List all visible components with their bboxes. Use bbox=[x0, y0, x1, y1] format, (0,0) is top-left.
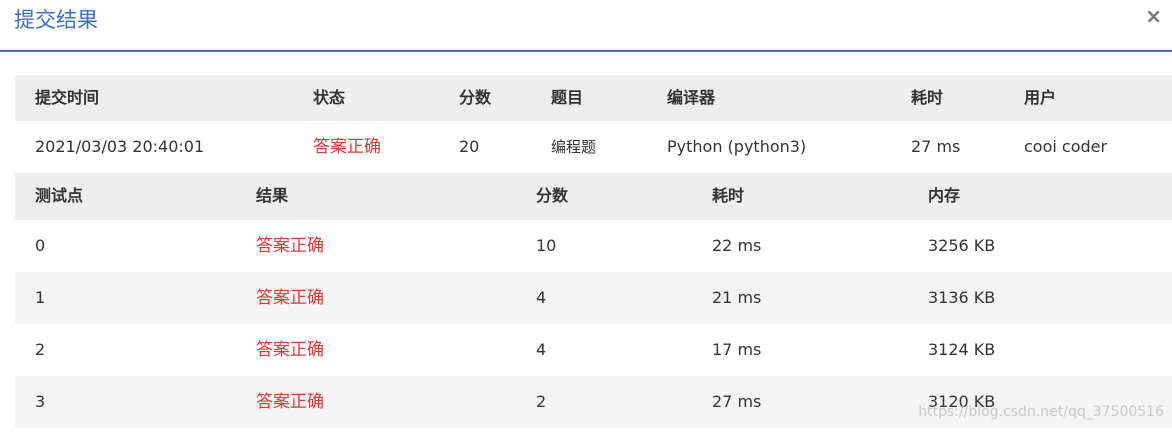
cases-header-row: 测试点 结果 分数 耗时 内存 bbox=[15, 173, 1172, 220]
table-row: 2 答案正确 4 17 ms 3124 KB bbox=[15, 324, 1172, 376]
col-memory: 内存 bbox=[928, 186, 961, 205]
case-result: 答案正确 bbox=[256, 340, 324, 360]
summary-row: 2021/03/03 20:40:01 答案正确 20 编程题 Python (… bbox=[15, 121, 1172, 173]
case-memory: 3256 KB bbox=[928, 236, 996, 255]
case-result: 答案正确 bbox=[256, 236, 324, 256]
col-problem: 题目 bbox=[551, 88, 584, 107]
col-user: 用户 bbox=[1024, 88, 1057, 107]
dialog-header: 提交结果 × bbox=[0, 0, 1172, 52]
col-status: 状态 bbox=[313, 88, 346, 107]
close-icon[interactable]: × bbox=[1145, 4, 1162, 28]
elapsed: 27 ms bbox=[911, 137, 961, 156]
col-case-id: 测试点 bbox=[35, 186, 84, 205]
compiler: Python (python3) bbox=[667, 137, 807, 156]
col-elapsed: 耗时 bbox=[911, 88, 944, 107]
table-row: 0 答案正确 10 22 ms 3256 KB bbox=[15, 220, 1172, 272]
col-submit-time: 提交时间 bbox=[35, 88, 100, 107]
summary-header-row: 提交时间 状态 分数 题目 编译器 耗时 用户 bbox=[15, 75, 1172, 121]
status-badge: 答案正确 bbox=[313, 137, 381, 157]
problem-link[interactable]: 编程题 bbox=[551, 121, 596, 173]
case-result: 答案正确 bbox=[256, 288, 324, 308]
case-time: 22 ms bbox=[712, 236, 762, 255]
col-case-score: 分数 bbox=[536, 186, 569, 205]
col-score: 分数 bbox=[459, 88, 492, 107]
case-result: 答案正确 bbox=[256, 392, 324, 412]
col-case-time: 耗时 bbox=[712, 186, 745, 205]
watermark: https://blog.csdn.net/qq_37500516 bbox=[918, 404, 1164, 420]
user-link[interactable]: cooi coder bbox=[1024, 121, 1107, 173]
case-time: 17 ms bbox=[712, 340, 762, 359]
case-id: 3 bbox=[35, 392, 46, 411]
case-id: 2 bbox=[35, 340, 46, 359]
submit-time: 2021/03/03 20:40:01 bbox=[35, 137, 205, 156]
case-score: 4 bbox=[536, 340, 547, 359]
col-compiler: 编译器 bbox=[667, 88, 716, 107]
case-time: 21 ms bbox=[712, 288, 762, 307]
case-id: 1 bbox=[35, 288, 46, 307]
case-memory: 3124 KB bbox=[928, 340, 996, 359]
case-time: 27 ms bbox=[712, 392, 762, 411]
case-score: 10 bbox=[536, 236, 557, 255]
col-result: 结果 bbox=[256, 186, 289, 205]
case-id: 0 bbox=[35, 236, 46, 255]
case-score: 4 bbox=[536, 288, 547, 307]
table-row: 3 答案正确 2 27 ms 3120 KB bbox=[15, 376, 1172, 428]
dialog-title: 提交结果 bbox=[14, 8, 98, 32]
case-memory: 3120 KB bbox=[928, 392, 996, 411]
case-score: 2 bbox=[536, 392, 547, 411]
score: 20 bbox=[459, 137, 480, 156]
case-memory: 3136 KB bbox=[928, 288, 996, 307]
table-row: 1 答案正确 4 21 ms 3136 KB bbox=[15, 272, 1172, 324]
